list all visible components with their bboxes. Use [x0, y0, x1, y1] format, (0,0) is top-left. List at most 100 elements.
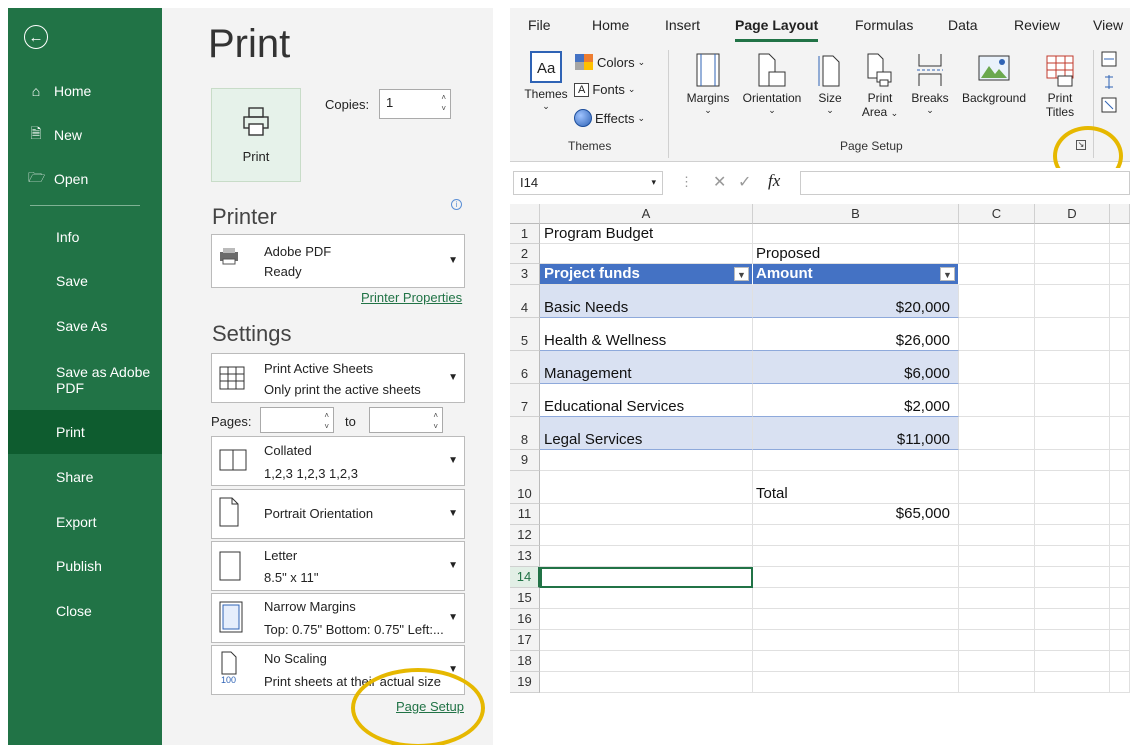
cell-d16[interactable]	[1035, 609, 1110, 630]
cell-b15[interactable]	[753, 588, 959, 609]
column-header-a[interactable]: A	[540, 204, 753, 224]
row-header[interactable]: 13	[510, 546, 540, 567]
nav-save[interactable]: Save	[8, 259, 162, 303]
print-what-dropdown[interactable]: Print Active Sheets Only print the activ…	[211, 353, 465, 403]
cell-d18[interactable]	[1035, 651, 1110, 672]
cell-c2[interactable]	[959, 244, 1035, 264]
cell-e6[interactable]	[1110, 351, 1130, 384]
cell-b19[interactable]	[753, 672, 959, 693]
cell-d15[interactable]	[1035, 588, 1110, 609]
row-header[interactable]: 18	[510, 651, 540, 672]
row-header[interactable]: 5	[510, 318, 540, 351]
pages-from-stepper[interactable]: ˄ ˅	[260, 407, 334, 433]
nav-home[interactable]: ⌂ Home	[8, 69, 162, 113]
cell-b16[interactable]	[753, 609, 959, 630]
cell-b14[interactable]	[753, 567, 959, 588]
cell-e13[interactable]	[1110, 546, 1130, 567]
cell-a13[interactable]	[540, 546, 753, 567]
cell-d7[interactable]	[1035, 384, 1110, 417]
cell-b18[interactable]	[753, 651, 959, 672]
cell-e18[interactable]	[1110, 651, 1130, 672]
row-header[interactable]: 6	[510, 351, 540, 384]
cell-e3[interactable]	[1110, 264, 1130, 285]
cell-b6[interactable]: $6,000	[753, 351, 959, 384]
filter-dropdown-icon[interactable]: ▼	[940, 267, 955, 281]
name-box[interactable]: I14 ▾	[513, 171, 663, 195]
colors-button[interactable]: Colors ⌄	[574, 53, 645, 71]
nav-print[interactable]: Print	[8, 410, 162, 454]
nav-close[interactable]: Close	[8, 589, 162, 633]
tab-review[interactable]: Review	[1014, 17, 1060, 33]
cell-c10[interactable]	[959, 471, 1035, 504]
cell-a4[interactable]: Basic Needs	[540, 285, 753, 318]
cell-e9[interactable]	[1110, 450, 1130, 471]
cell-a17[interactable]	[540, 630, 753, 651]
row-header[interactable]: 16	[510, 609, 540, 630]
cell-a16[interactable]	[540, 609, 753, 630]
spin-arrows-icon[interactable]: ˄ ˅	[324, 410, 329, 432]
cell-d3[interactable]	[1035, 264, 1110, 285]
cell-d6[interactable]	[1035, 351, 1110, 384]
fonts-button[interactable]: A Fonts ⌄	[574, 82, 635, 97]
cell-c9[interactable]	[959, 450, 1035, 471]
print-button[interactable]: Print	[211, 88, 301, 182]
nav-publish[interactable]: Publish	[8, 544, 162, 588]
row-header[interactable]: 17	[510, 630, 540, 651]
cell-b10[interactable]: Total	[753, 471, 959, 504]
cell-c3[interactable]	[959, 264, 1035, 285]
cell-a6[interactable]: Management	[540, 351, 753, 384]
cell-d11[interactable]	[1035, 504, 1110, 525]
cell-a18[interactable]	[540, 651, 753, 672]
cell-d2[interactable]	[1035, 244, 1110, 264]
cell-b8[interactable]: $11,000	[753, 417, 959, 450]
cell-c12[interactable]	[959, 525, 1035, 546]
cell-a8[interactable]: Legal Services	[540, 417, 753, 450]
back-arrow-icon[interactable]: ←	[24, 25, 48, 49]
nav-save-as[interactable]: Save As	[8, 304, 162, 348]
cell-c1[interactable]	[959, 224, 1035, 244]
column-header-d[interactable]: D	[1035, 204, 1110, 224]
cell-e4[interactable]	[1110, 285, 1130, 318]
cell-c6[interactable]	[959, 351, 1035, 384]
margins-dropdown[interactable]: Narrow Margins Top: 0.75" Bottom: 0.75" …	[211, 593, 465, 643]
row-header[interactable]: 4	[510, 285, 540, 318]
row-header[interactable]: 2	[510, 244, 540, 264]
column-header-partial[interactable]	[1110, 204, 1130, 224]
cell-e11[interactable]	[1110, 504, 1130, 525]
row-header[interactable]: 8	[510, 417, 540, 450]
themes-button[interactable]: Aa Themes ⌄	[522, 50, 570, 112]
cell-a10[interactable]	[540, 471, 753, 504]
spin-arrows-icon[interactable]: ˄ ˅	[441, 92, 446, 114]
cell-a9[interactable]	[540, 450, 753, 471]
spin-arrows-icon[interactable]: ˄ ˅	[433, 410, 438, 432]
cell-c4[interactable]	[959, 285, 1035, 318]
orientation-button[interactable]: Orientation ⌄	[736, 52, 808, 116]
column-header-b[interactable]: B	[753, 204, 959, 224]
row-header[interactable]: 11	[510, 504, 540, 525]
select-all-corner[interactable]	[510, 204, 540, 224]
cell-a7[interactable]: Educational Services	[540, 384, 753, 417]
cell-a3[interactable]: Project funds ▼	[540, 264, 753, 285]
cell-d14[interactable]	[1035, 567, 1110, 588]
cell-d9[interactable]	[1035, 450, 1110, 471]
cell-c18[interactable]	[959, 651, 1035, 672]
row-header[interactable]: 10	[510, 471, 540, 504]
formula-input[interactable]	[800, 171, 1130, 195]
row-header[interactable]: 19	[510, 672, 540, 693]
cell-b12[interactable]	[753, 525, 959, 546]
cell-b13[interactable]	[753, 546, 959, 567]
cell-c13[interactable]	[959, 546, 1035, 567]
nav-info[interactable]: Info	[8, 215, 162, 259]
breaks-button[interactable]: Breaks ⌄	[905, 52, 955, 116]
size-button[interactable]: Size ⌄	[812, 52, 848, 116]
cell-d17[interactable]	[1035, 630, 1110, 651]
cell-d13[interactable]	[1035, 546, 1110, 567]
printer-properties-link[interactable]: Printer Properties	[361, 290, 462, 305]
cell-e8[interactable]	[1110, 417, 1130, 450]
cell-b3[interactable]: Amount ▼	[753, 264, 959, 285]
cell-e14[interactable]	[1110, 567, 1130, 588]
cell-b2[interactable]: Proposed	[753, 244, 959, 264]
tab-file[interactable]: File	[528, 17, 551, 33]
cell-c14[interactable]	[959, 567, 1035, 588]
cell-a12[interactable]	[540, 525, 753, 546]
